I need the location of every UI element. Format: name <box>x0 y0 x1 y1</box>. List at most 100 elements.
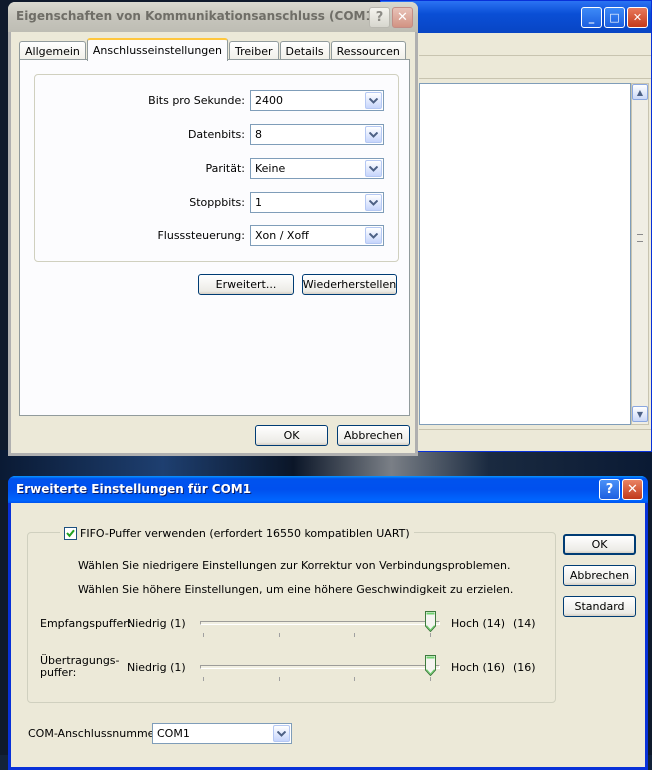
flow-control-select[interactable]: Xon / Xoff <box>250 225 384 246</box>
background-toolbar <box>419 34 651 56</box>
parity-value: Keine <box>255 162 286 175</box>
stop-bits-select[interactable]: 1 <box>250 192 384 213</box>
chevron-down-icon: ▼ <box>636 409 644 419</box>
stop-bits-label: Stoppbits: <box>189 196 245 209</box>
tab-resources[interactable]: Ressourcen <box>330 41 406 60</box>
data-bits-value: 8 <box>255 128 262 141</box>
tab-label: Treiber <box>235 44 273 58</box>
advanced-button-label: Erweitert... <box>215 278 277 291</box>
cancel-button-label: Abbrechen <box>343 429 404 442</box>
properties-titlebar: Eigenschaften von Kommunikationsanschlus… <box>8 2 418 32</box>
restore-button-label: Wiederherstellen <box>302 278 397 291</box>
maximize-button[interactable]: □ <box>604 7 625 28</box>
cancel-button[interactable]: Abbrechen <box>337 425 410 446</box>
tab-label: Ressourcen <box>336 44 400 58</box>
tab-label: Allgemein <box>25 44 80 58</box>
receive-value: (14) <box>513 617 536 630</box>
close-button[interactable]: ✕ <box>392 7 413 28</box>
slider-tick <box>279 633 280 637</box>
tab-driver[interactable]: Treiber <box>229 41 279 60</box>
flow-control-value: Xon / Xoff <box>255 229 309 242</box>
background-content-area[interactable] <box>419 83 631 425</box>
advanced-title: Erweiterte Einstellungen für COM1 <box>16 482 252 496</box>
ok-button[interactable]: OK <box>563 534 636 555</box>
transmit-buffer-slider-track[interactable] <box>200 665 440 669</box>
slider-tick <box>203 677 204 681</box>
background-toolbar-2 <box>419 57 651 79</box>
tab-port-settings[interactable]: Anschlusseinstellungen <box>86 38 229 61</box>
maximize-icon: □ <box>609 11 620 24</box>
tab-details[interactable]: Details <box>279 41 330 60</box>
chevron-down-icon[interactable] <box>365 160 382 177</box>
fifo-group-header: FIFO-Puffer verwenden (erfordert 16550 k… <box>60 525 414 541</box>
parity-select[interactable]: Keine <box>250 158 384 179</box>
help-button[interactable]: ? <box>599 479 620 500</box>
background-close-button[interactable]: ✕ <box>627 7 648 28</box>
chevron-down-icon[interactable] <box>365 194 382 211</box>
cancel-button-label: Abbrechen <box>569 569 630 582</box>
flow-control-label: Flusssteuerung: <box>157 229 245 242</box>
tab-general[interactable]: Allgemein <box>19 41 86 60</box>
data-bits-select[interactable]: 8 <box>250 124 384 145</box>
transmit-buffer-slider-thumb[interactable] <box>425 655 436 676</box>
receive-buffer-slider-track[interactable] <box>200 621 440 625</box>
properties-dialog: Eigenschaften von Kommunikationsanschlus… <box>8 2 418 456</box>
chevron-down-icon[interactable] <box>273 725 290 742</box>
chevron-down-icon[interactable] <box>365 92 382 109</box>
slider-tick <box>430 633 431 637</box>
close-button[interactable]: ✕ <box>622 479 643 500</box>
hint-low: Wählen Sie niedrigere Einstellungen zur … <box>78 559 511 572</box>
scroll-up-button[interactable]: ▲ <box>632 84 648 100</box>
tab-label: Anschlusseinstellungen <box>92 44 223 57</box>
restore-defaults-button[interactable]: Wiederherstellen <box>302 274 397 295</box>
fifo-checkbox[interactable] <box>64 526 77 540</box>
baud-rate-value: 2400 <box>255 94 283 107</box>
advanced-titlebar: Erweiterte Einstellungen für COM1 ? ✕ <box>8 476 648 503</box>
tab-strip: Allgemein Anschlusseinstellungen Treiber… <box>19 38 407 61</box>
receive-buffer-slider-thumb[interactable] <box>425 611 436 632</box>
background-statusbar <box>419 429 651 447</box>
data-bits-label: Datenbits: <box>187 128 245 141</box>
advanced-button[interactable]: Erweitert... <box>198 274 294 295</box>
ok-button-label: OK <box>591 538 608 551</box>
transmit-high-label: Hoch (16) <box>451 661 506 674</box>
close-icon: ✕ <box>632 11 643 24</box>
receive-buffer-label: Empfangspuffer: <box>40 617 132 630</box>
help-button[interactable]: ? <box>369 7 390 28</box>
scroll-grip-icon <box>637 234 643 242</box>
minimize-button[interactable]: _ <box>581 7 602 28</box>
transmit-low-label: Niedrig (1) <box>127 661 186 674</box>
transmit-buffer-label-line2: puffer: <box>40 666 77 679</box>
chevron-down-icon[interactable] <box>365 126 382 143</box>
close-icon: ✕ <box>627 482 638 497</box>
ok-button-label: OK <box>283 429 300 442</box>
transmit-value: (16) <box>513 661 536 674</box>
scroll-down-button[interactable]: ▼ <box>632 406 648 422</box>
com-port-select[interactable]: COM1 <box>152 723 292 744</box>
help-icon: ? <box>605 482 614 497</box>
com-port-value: COM1 <box>157 727 190 740</box>
chevron-up-icon: ▲ <box>636 87 644 97</box>
default-button-label: Standard <box>574 600 625 613</box>
hint-high: Wählen Sie höhere Einstellungen, um eine… <box>78 583 514 596</box>
chevron-down-icon[interactable] <box>365 227 382 244</box>
checkmark-icon <box>66 529 75 537</box>
com-port-label: COM-Anschlussnummer: <box>28 727 163 740</box>
fifo-checkbox-label[interactable]: FIFO-Puffer verwenden (erfordert 16550 k… <box>80 527 410 540</box>
background-window-titlebar: _ □ ✕ <box>381 1 651 33</box>
baud-rate-label: Bits pro Sekunde: <box>148 94 245 107</box>
advanced-settings-dialog: Erweiterte Einstellungen für COM1 ? ✕ FI… <box>8 476 648 770</box>
cancel-button[interactable]: Abbrechen <box>563 565 636 586</box>
stop-bits-value: 1 <box>255 196 262 209</box>
fifo-group: FIFO-Puffer verwenden (erfordert 16550 k… <box>27 525 556 703</box>
default-button[interactable]: Standard <box>563 596 636 617</box>
ok-button[interactable]: OK <box>255 425 328 446</box>
properties-title: Eigenschaften von Kommunikationsanschlus… <box>16 9 380 23</box>
parity-label: Parität: <box>205 162 245 175</box>
tab-label: Details <box>285 44 324 58</box>
baud-rate-select[interactable]: 2400 <box>250 90 384 111</box>
vertical-scrollbar[interactable]: ▲ ▼ <box>631 83 649 425</box>
slider-tick <box>430 677 431 681</box>
slider-tick <box>279 677 280 681</box>
slider-tick <box>203 633 204 637</box>
